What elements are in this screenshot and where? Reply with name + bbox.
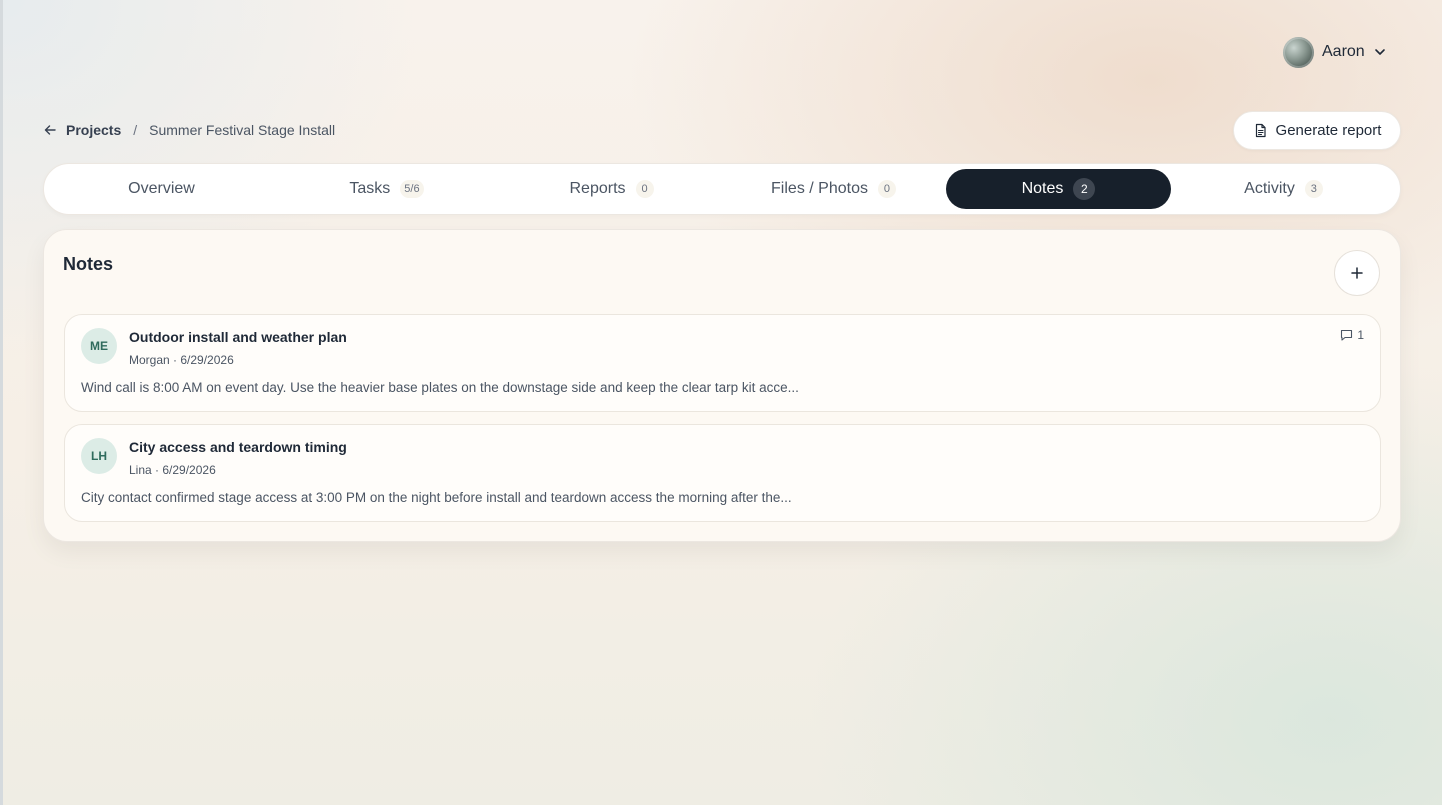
comment-count[interactable]: 1 bbox=[1340, 328, 1364, 342]
tab-label: Reports bbox=[569, 180, 626, 197]
user-menu[interactable]: Aaron bbox=[1283, 36, 1387, 68]
generate-report-label: Generate report bbox=[1275, 122, 1382, 139]
tab-bar: Overview Tasks 5/6 Reports 0 Files / Pho… bbox=[43, 163, 1401, 215]
panel-title: Notes bbox=[63, 254, 114, 274]
tab-label: Tasks bbox=[349, 180, 391, 197]
tab-count: 0 bbox=[877, 180, 896, 198]
document-icon bbox=[1255, 123, 1266, 138]
plus-icon bbox=[1351, 267, 1363, 279]
note-card[interactable]: LH City access and teardown timing Lina … bbox=[64, 424, 1381, 522]
tab-count: 3 bbox=[1304, 180, 1323, 198]
breadcrumb-projects-link[interactable]: Projects bbox=[66, 122, 121, 138]
tab-overview[interactable]: Overview bbox=[49, 169, 274, 209]
breadcrumb-current: Summer Festival Stage Install bbox=[149, 122, 336, 138]
breadcrumb-separator: / bbox=[133, 122, 138, 138]
tab-label: Files / Photos bbox=[771, 180, 868, 197]
author-avatar: LH bbox=[81, 438, 117, 474]
note-preview: Wind call is 8:00 AM on event day. Use t… bbox=[81, 380, 799, 395]
avatar bbox=[1283, 36, 1314, 68]
tab-activity[interactable]: Activity 3 bbox=[1171, 169, 1396, 209]
window-edge bbox=[0, 0, 3, 805]
arrow-left-icon[interactable] bbox=[43, 123, 57, 137]
tab-reports[interactable]: Reports 0 bbox=[499, 169, 724, 209]
tab-count: 2 bbox=[1073, 178, 1096, 200]
note-preview: City contact confirmed stage access at 3… bbox=[81, 490, 792, 505]
note-card[interactable]: ME Outdoor install and weather plan Morg… bbox=[64, 314, 1381, 412]
tab-label: Overview bbox=[128, 180, 195, 197]
author-avatar: ME bbox=[81, 328, 117, 364]
note-title: Outdoor install and weather plan bbox=[129, 329, 347, 345]
tab-count: 0 bbox=[635, 180, 654, 198]
user-name: Aaron bbox=[1322, 43, 1365, 60]
add-note-button[interactable] bbox=[1334, 250, 1380, 296]
generate-report-button[interactable]: Generate report bbox=[1233, 111, 1401, 150]
tab-label: Activity bbox=[1244, 180, 1295, 197]
tab-label: Notes bbox=[1021, 180, 1064, 197]
notes-panel: Notes ME Outdoor install and weather pla… bbox=[43, 229, 1401, 542]
note-meta: Morgan · 6/29/2026 bbox=[129, 353, 234, 367]
note-meta: Lina · 6/29/2026 bbox=[129, 463, 216, 477]
comment-icon bbox=[1341, 329, 1353, 341]
comment-count-value: 1 bbox=[1357, 328, 1364, 342]
tab-notes[interactable]: Notes 2 bbox=[946, 169, 1171, 209]
tab-files-photos[interactable]: Files / Photos 0 bbox=[721, 169, 946, 209]
breadcrumb: Projects / Summer Festival Stage Install bbox=[43, 121, 335, 139]
note-title: City access and teardown timing bbox=[129, 439, 347, 455]
chevron-down-icon bbox=[1374, 49, 1385, 55]
tab-count: 5/6 bbox=[400, 180, 424, 198]
tab-tasks[interactable]: Tasks 5/6 bbox=[274, 169, 499, 209]
